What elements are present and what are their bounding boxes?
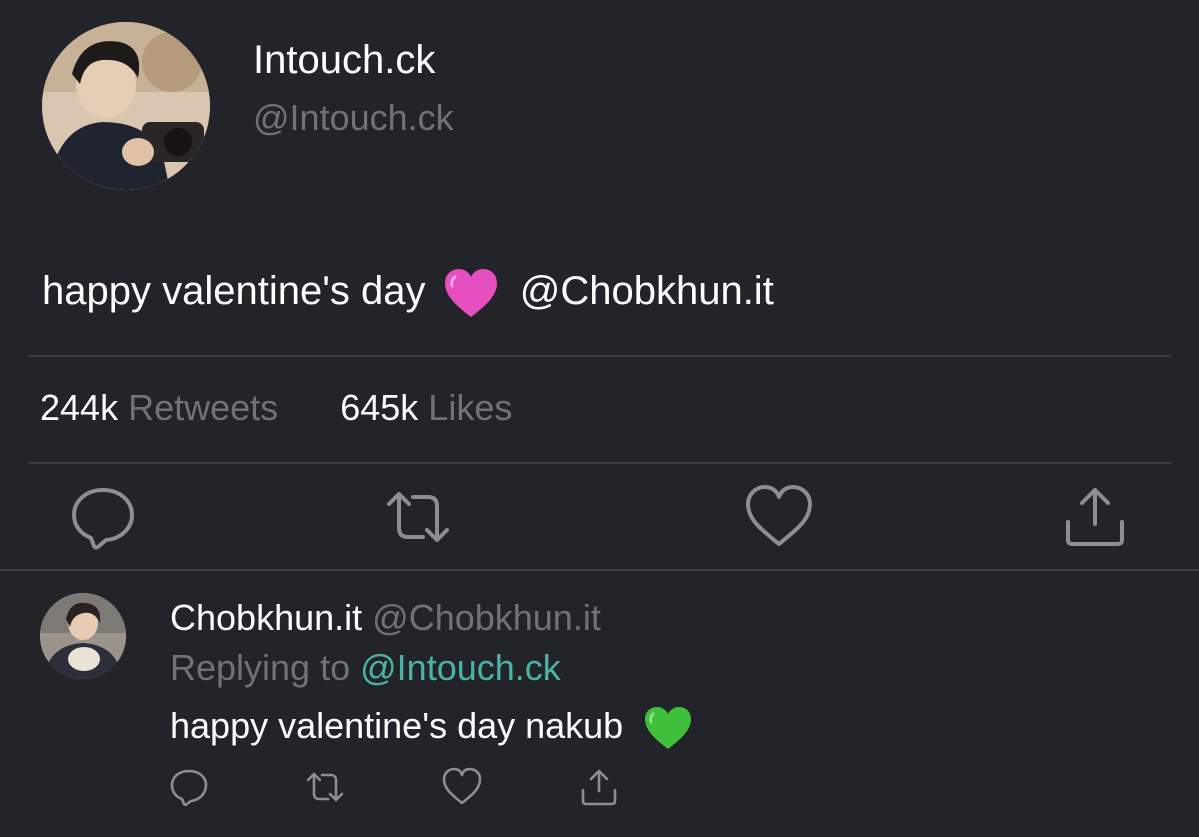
- author-photo: [42, 22, 210, 190]
- tweet-text-body: happy valentine's day: [42, 269, 426, 313]
- share-icon[interactable]: [578, 766, 620, 808]
- retweet-icon[interactable]: [383, 482, 453, 552]
- divider: [0, 569, 1199, 571]
- like-heart-icon[interactable]: [744, 482, 814, 552]
- pink-heart-icon: [443, 267, 499, 319]
- divider: [28, 355, 1171, 357]
- retweets-count[interactable]: 244k: [40, 387, 118, 428]
- tweet-stats: 244k Retweets 645k Likes: [40, 386, 512, 430]
- reply-text: happy valentine's day nakub: [170, 700, 693, 752]
- tweet-action-bar: [0, 482, 1199, 552]
- green-heart-icon: [643, 705, 693, 751]
- retweets-label[interactable]: Retweets: [128, 387, 278, 428]
- tweet-text: happy valentine's day @Chobkhun.it: [42, 262, 774, 320]
- reply-icon[interactable]: [68, 482, 138, 552]
- reply-author-photo: [40, 593, 126, 679]
- tweet-detail-screen: Intouch.ck @Intouch.ck happy valentine's…: [0, 0, 1199, 837]
- reply-header: Chobkhun.it @Chobkhun.it: [170, 596, 601, 640]
- reply-icon[interactable]: [168, 766, 210, 808]
- tweet-mention[interactable]: @Chobkhun.it: [520, 269, 774, 313]
- share-icon[interactable]: [1060, 482, 1130, 552]
- divider: [28, 462, 1171, 464]
- reply-author-avatar[interactable]: [40, 593, 126, 679]
- reply-display-name[interactable]: Chobkhun.it: [170, 597, 362, 638]
- reply-text-body: happy valentine's day nakub: [170, 705, 624, 746]
- author-avatar[interactable]: [42, 22, 210, 190]
- reply-handle[interactable]: @Chobkhun.it: [372, 597, 601, 638]
- retweet-icon[interactable]: [304, 766, 346, 808]
- replying-to-prefix: Replying to: [170, 647, 351, 688]
- reply-action-bar: [0, 766, 1199, 808]
- like-heart-icon[interactable]: [441, 766, 483, 808]
- likes-count[interactable]: 645k: [340, 387, 418, 428]
- replying-to-mention[interactable]: @Intouch.ck: [360, 647, 561, 688]
- author-handle[interactable]: @Intouch.ck: [253, 96, 454, 140]
- likes-label[interactable]: Likes: [428, 387, 512, 428]
- author-display-name[interactable]: Intouch.ck: [253, 36, 435, 84]
- replying-to-line: Replying to @Intouch.ck: [170, 646, 561, 690]
